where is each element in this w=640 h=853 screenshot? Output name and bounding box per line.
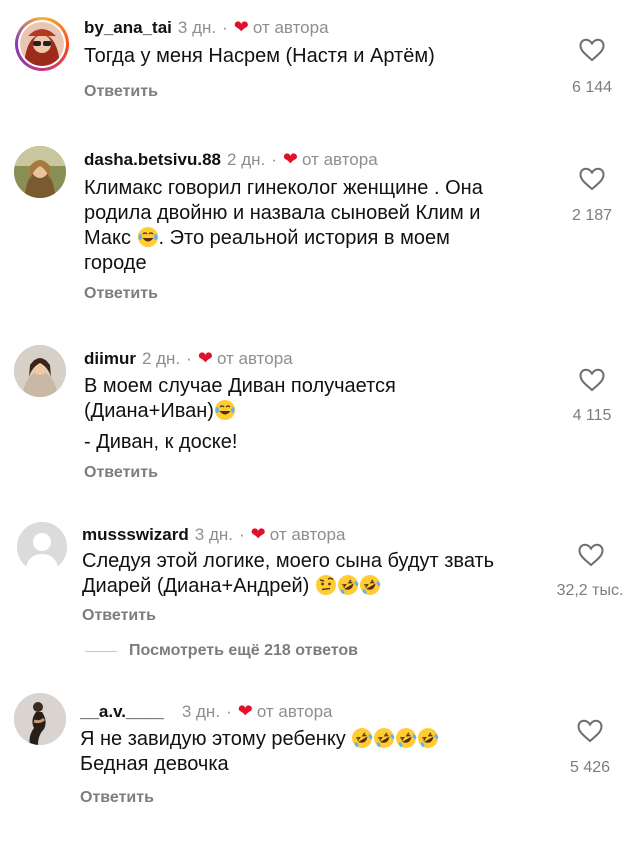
username[interactable]: dasha.betsivu.88 [84, 150, 221, 169]
separator-dot: · [222, 18, 228, 37]
comment-text: Климакс говорил гинеколог женщине . Она … [84, 176, 483, 276]
red-heart-icon: ❤ [250, 524, 266, 544]
by-author-label: от автора [252, 18, 329, 37]
comment-text-line: городе [84, 252, 147, 274]
rolling-on-floor-laughing-emoji [359, 574, 381, 596]
rolling-on-floor-laughing-emoji [337, 574, 359, 596]
comment-meta: diimur 2 дн. · ❤ от автора [84, 348, 293, 369]
username[interactable]: by_ana_tai [84, 18, 172, 37]
timestamp: 3 дн. [181, 702, 221, 721]
by-author-label: от автора [269, 525, 346, 544]
heart-outline-icon[interactable] [579, 167, 605, 191]
comment-meta: dasha.betsivu.88 2 дн. · ❤ от автора [84, 149, 378, 170]
comment-text: Тогда у меня Насрем (Настя и Артём) [84, 44, 435, 69]
comment-text: В моем случае Диван получается (Диана+Ив… [84, 374, 396, 455]
by-author-label: от автора [256, 702, 333, 721]
like-count: 6 144 [571, 79, 613, 96]
separator-dot: · [271, 150, 277, 169]
rolling-on-floor-laughing-emoji [395, 727, 417, 749]
red-heart-icon: ❤ [233, 17, 249, 37]
by-author-label: от автора [302, 150, 378, 169]
avatar[interactable] [14, 146, 66, 198]
comment-meta: mussswizard 3 дн. · ❤ от автора [82, 524, 345, 545]
comment-text-line: Бедная девочка [80, 753, 229, 775]
reply-button[interactable]: Ответить [84, 83, 158, 101]
like-count: 32,2 тыс. [556, 582, 624, 599]
avatar[interactable] [15, 17, 69, 71]
comment-meta: __a.v.____ 3 дн. · ❤ от автора [80, 701, 332, 722]
username[interactable]: diimur [84, 349, 136, 368]
face-tears-of-joy-emoji [137, 226, 159, 248]
by-author-label: от автора [216, 349, 293, 368]
reply-button[interactable]: Ответить [82, 607, 156, 625]
red-heart-icon: ❤ [197, 348, 213, 368]
comment-text-line: Я не завидую этому ребенку [80, 727, 439, 752]
like-count: 4 115 [572, 407, 612, 424]
heart-outline-icon[interactable] [579, 38, 605, 62]
comment-text-line: Следуя этой логике, моего сына будут зва… [82, 550, 495, 572]
comment-meta: by_ana_tai 3 дн. · ❤ от автора [84, 17, 329, 38]
reply-button[interactable]: Ответить [80, 789, 154, 807]
comment-text: Я не завидую этому ребенку Бедная девочк… [80, 727, 439, 777]
username[interactable]: mussswizard [82, 525, 189, 544]
red-heart-icon: ❤ [237, 701, 253, 721]
separator-dot: · [226, 702, 232, 721]
raised-eyebrow-emoji [315, 574, 337, 596]
comment-text-line: родила двойню и назвала сыновей Клим и [84, 202, 481, 224]
heart-outline-icon[interactable] [578, 543, 604, 567]
reply-button[interactable]: Ответить [84, 464, 158, 482]
timestamp: 2 дн. [227, 150, 266, 169]
comment-text-line: В моем случае Диван получается [84, 375, 396, 397]
rolling-on-floor-laughing-emoji [351, 727, 373, 749]
timestamp: 3 дн. [177, 18, 217, 37]
comment-text-line: Макс . Это реальной история в моем [84, 226, 450, 249]
comment-text-line: - Диван, к доске! [84, 431, 238, 453]
avatar[interactable] [14, 345, 66, 397]
view-more-divider [85, 651, 117, 652]
reply-button[interactable]: Ответить [84, 285, 158, 303]
comment-text-line: Климакс говорил гинеколог женщине . Она [84, 177, 483, 199]
username[interactable]: __a.v.____ [80, 702, 164, 721]
heart-outline-icon[interactable] [579, 368, 605, 392]
rolling-on-floor-laughing-emoji [373, 727, 395, 749]
comment-text-line: Диарей (Диана+Андрей) [82, 574, 494, 599]
face-tears-of-joy-emoji [214, 399, 236, 421]
avatar[interactable] [14, 693, 66, 745]
timestamp: 2 дн. [141, 349, 181, 368]
separator-dot: · [186, 349, 192, 368]
comment-text: Следуя этой логике, моего сына будут зва… [82, 549, 494, 599]
view-more-replies-button[interactable]: Посмотреть ещё 218 ответов [129, 642, 358, 660]
heart-outline-icon[interactable] [577, 719, 603, 743]
comment-text-line: (Диана+Иван) [84, 399, 396, 424]
rolling-on-floor-laughing-emoji [417, 727, 439, 749]
like-count: 5 426 [569, 759, 611, 776]
red-heart-icon: ❤ [282, 149, 298, 169]
like-count: 2 187 [571, 207, 613, 224]
separator-dot: · [238, 525, 245, 544]
timestamp: 3 дн. [194, 525, 233, 544]
comment-text-line: Тогда у меня Насрем (Настя и Артём) [84, 45, 435, 67]
avatar[interactable] [17, 522, 67, 572]
